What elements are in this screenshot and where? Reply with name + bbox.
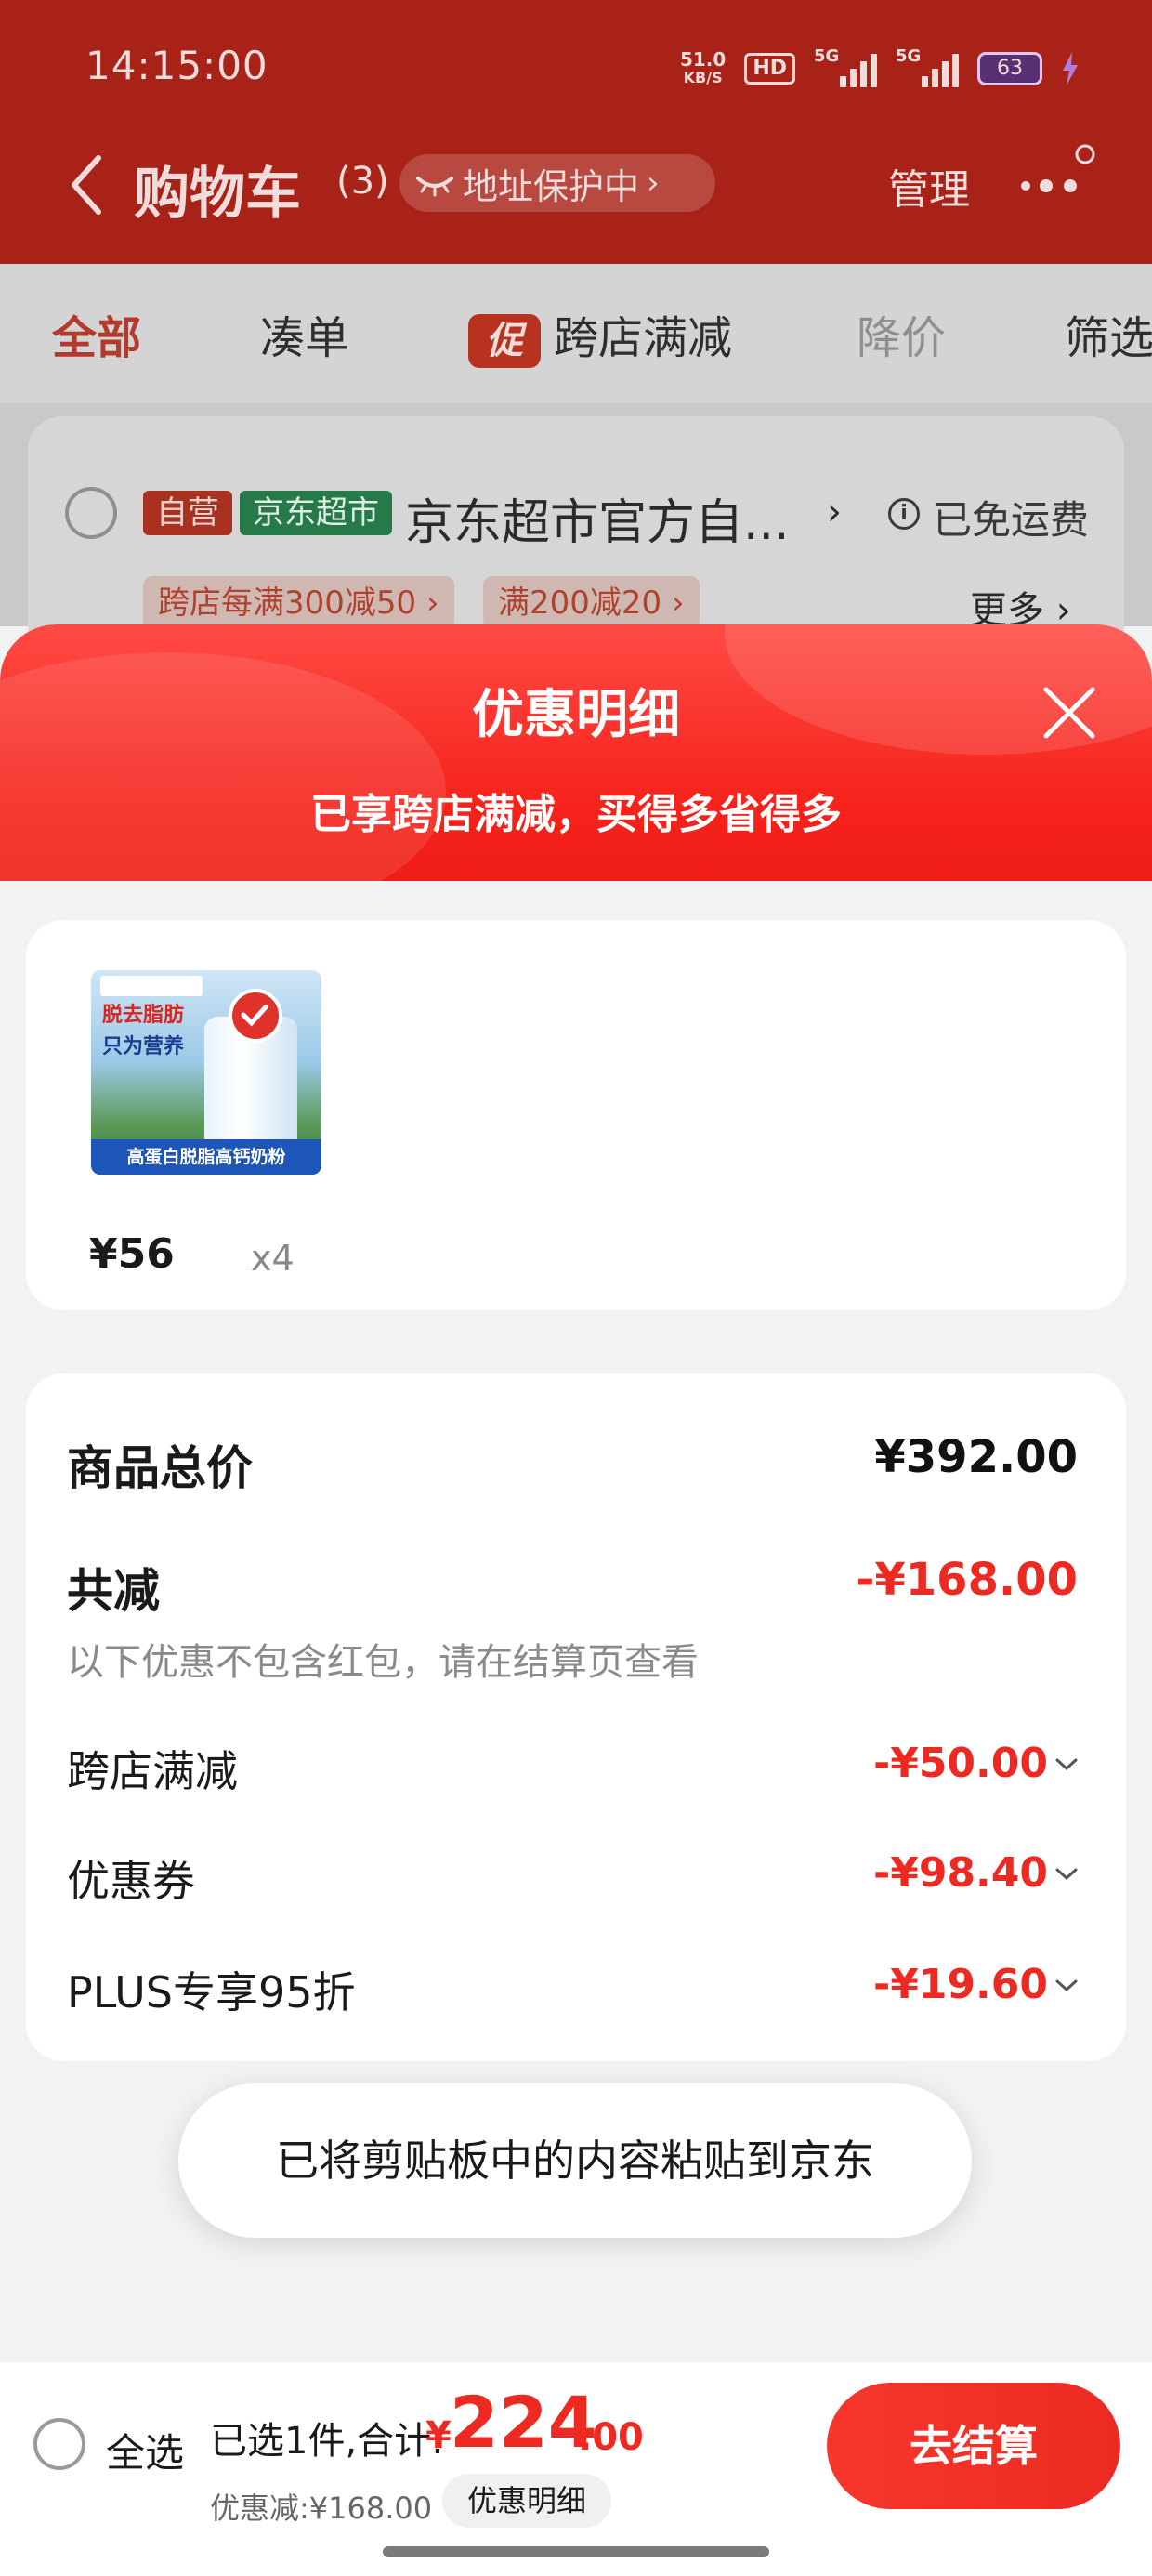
shop-name[interactable]: 京东超市官方自... — [405, 483, 790, 553]
charging-icon — [1063, 52, 1078, 85]
filter-tabs: 全部 凑单 促跨店满减 降价 筛选 — [0, 264, 1152, 403]
close-icon[interactable] — [1041, 684, 1098, 742]
tab-bundle[interactable]: 凑单 — [260, 301, 349, 366]
status-icons: 51.0 KB/S HD 5G 5G 63 — [680, 46, 1080, 91]
promo-pill[interactable]: 跨店每满300减50 › — [143, 576, 454, 630]
chevron-right-icon: › — [647, 164, 660, 202]
eye-closed-icon — [416, 177, 453, 197]
status-time: 14:15:00 — [85, 43, 268, 88]
sheet-header: 优惠明细 已享跨店满减，买得多省得多 — [0, 624, 1152, 881]
chevron-down-icon[interactable] — [1054, 1978, 1080, 1994]
chevron-down-icon[interactable] — [1054, 1866, 1080, 1883]
self-operated-tag: 自营 — [143, 491, 232, 535]
address-protect-pill[interactable]: 地址保护中 › — [399, 154, 715, 212]
product-price: ¥56 — [89, 1230, 175, 1278]
discount-detail-button[interactable]: 优惠明细 — [442, 2474, 611, 2528]
total-currency: ¥ — [425, 2414, 452, 2457]
battery-icon: 63 — [977, 52, 1042, 85]
chevron-right-icon: › — [827, 491, 842, 533]
cart-count: (3) — [336, 160, 389, 203]
page-title: 购物车 — [134, 162, 301, 227]
discount-item-value[interactable]: -¥50.00 — [873, 1740, 1048, 1787]
total-amount-decimal: .00 — [578, 2416, 644, 2459]
discount-total-label: 优惠减:¥168.00 — [210, 2491, 433, 2526]
tab-filter[interactable]: 筛选 — [1065, 301, 1152, 366]
select-all-label[interactable]: 全选 — [106, 2422, 184, 2478]
free-shipping-label: 已免运费 — [933, 497, 1090, 543]
address-protect-label: 地址保护中 — [463, 165, 640, 207]
checkout-button[interactable]: 去结算 — [827, 2383, 1120, 2509]
discount-item-label: PLUS专享95折 — [67, 1967, 356, 2017]
bottom-bar: 全选 已选1件,合计: ¥ 224 .00 优惠减:¥168.00 优惠明细 去… — [0, 2362, 1152, 2576]
total-amount: 224 — [450, 2381, 597, 2464]
total-reduce-value: -¥168.00 — [856, 1554, 1078, 1606]
shop-select-checkbox[interactable] — [65, 487, 117, 539]
discount-item-value[interactable]: -¥19.60 — [873, 1961, 1048, 2008]
discount-item-value[interactable]: -¥98.40 — [873, 1849, 1048, 1897]
more-dots-icon[interactable] — [1018, 139, 1096, 206]
signal-icon: 5G — [896, 46, 959, 87]
selected-summary: 已选1件,合计: — [210, 2420, 444, 2463]
total-price-label: 商品总价 — [67, 1441, 253, 1495]
sheet-title: 优惠明细 — [472, 685, 680, 745]
home-indicator[interactable] — [383, 2546, 769, 2557]
discount-item-label: 跨店满减 — [67, 1746, 238, 1796]
clipboard-toast: 已将剪贴板中的内容粘贴到京东 — [178, 2083, 972, 2238]
back-icon[interactable] — [69, 154, 106, 216]
sheet-subtitle: 已享跨店满减，买得多省得多 — [310, 791, 842, 838]
info-icon[interactable]: i — [888, 498, 920, 530]
discount-note: 以下优惠不包含红包，请在结算页查看 — [67, 1641, 699, 1684]
promo-badge: 促 — [468, 314, 541, 368]
net-speed: 51.0 KB/S — [679, 48, 727, 86]
check-badge-icon — [229, 989, 282, 1043]
promo-pill[interactable]: 满200减20 › — [483, 576, 700, 630]
product-image[interactable]: 脱去脂肪 只为营养 高蛋白脱脂高钙奶粉 — [91, 970, 321, 1175]
top-bar: 14:15:00 51.0 KB/S HD 5G 5G 63 购物车 (3) 地… — [0, 0, 1152, 264]
hd-icon: HD — [744, 53, 795, 85]
product-quantity: x4 — [251, 1238, 295, 1279]
tab-price-drop[interactable]: 降价 — [857, 301, 946, 366]
total-reduce-label: 共减 — [67, 1564, 160, 1618]
total-price-value: ¥392.00 — [874, 1431, 1078, 1483]
signal-icon: 5G — [814, 46, 877, 87]
chevron-down-icon[interactable] — [1054, 1756, 1080, 1773]
tab-all[interactable]: 全部 — [52, 301, 141, 366]
select-all-checkbox[interactable] — [33, 2418, 85, 2470]
discount-item-label: 优惠券 — [67, 1856, 195, 1906]
supermarket-tag: 京东超市 — [240, 491, 392, 535]
manage-button[interactable]: 管理 — [888, 156, 970, 216]
tab-cross-store[interactable]: 促跨店满减 — [468, 301, 732, 368]
